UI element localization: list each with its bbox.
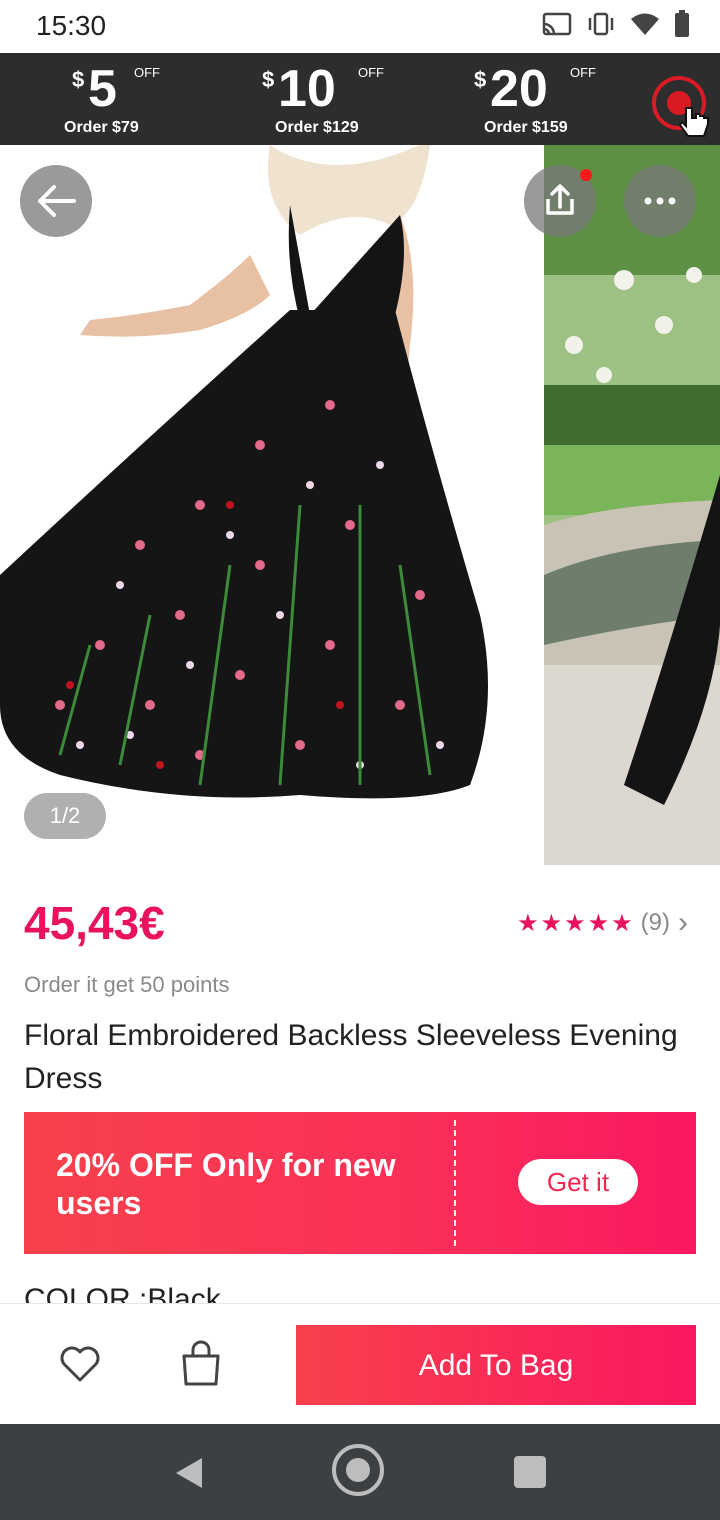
- arrow-left-icon: [38, 185, 76, 217]
- new-user-coupon[interactable]: 20% OFF Only for new users Get it: [20, 1112, 700, 1254]
- perforation-right: [696, 1120, 700, 1248]
- status-icons: [542, 10, 690, 43]
- notification-dot: [580, 169, 592, 181]
- coupon-off: OFF: [134, 65, 160, 80]
- page-indicator: 1/2: [24, 793, 106, 839]
- product-price: 45,43€: [24, 897, 165, 949]
- coupon-currency: $: [262, 67, 275, 92]
- nav-home-icon[interactable]: [332, 1444, 384, 1496]
- coupon-5[interactable]: $ 5 OFF Order $79: [64, 59, 222, 139]
- bottom-action-bar: Add To Bag: [0, 1303, 720, 1425]
- coupon-off: OFF: [358, 65, 384, 80]
- battery-icon: [674, 10, 690, 43]
- heart-icon[interactable]: [58, 1344, 102, 1384]
- system-nav-bar: [0, 1424, 720, 1520]
- coupon-amount: 5: [88, 60, 117, 118]
- coupon-off: OFF: [570, 65, 596, 80]
- nav-recents-icon[interactable]: [514, 1456, 546, 1488]
- cast-icon: [542, 12, 572, 41]
- coupon-order: Order $159: [484, 119, 568, 136]
- product-photo-main[interactable]: [0, 145, 544, 865]
- coupon-divider: [454, 1120, 456, 1246]
- more-dots-icon: [644, 197, 676, 205]
- shopping-bag-icon[interactable]: [180, 1340, 222, 1386]
- product-title: Floral Embroidered Backless Sleeveless E…: [24, 1019, 678, 1095]
- vibrate-icon: [586, 12, 616, 41]
- color-label: COLOR :Black: [24, 1283, 221, 1304]
- wifi-icon: [630, 12, 660, 41]
- star-rating-icon: ★★★★★: [517, 909, 635, 937]
- coupon-amount: 20: [490, 60, 548, 118]
- chevron-right-icon: ›: [678, 906, 688, 939]
- add-to-bag-button[interactable]: Add To Bag: [296, 1325, 696, 1405]
- back-button[interactable]: [20, 165, 92, 237]
- promo-banner[interactable]: $ 5 OFF Order $79 $ 10 OFF Order $129 $ …: [0, 53, 720, 145]
- rating-summary[interactable]: ★★★★★ (9) ›: [517, 906, 688, 940]
- rating-count: (9): [640, 909, 670, 936]
- product-gallery[interactable]: 1/2: [0, 145, 720, 865]
- coupon-currency: $: [474, 67, 487, 92]
- coupon-20[interactable]: $ 20 OFF Order $159: [474, 59, 624, 139]
- coupon-amount: 10: [278, 60, 336, 118]
- coupon-order: Order $79: [64, 119, 139, 136]
- perforation-left: [20, 1120, 24, 1248]
- nav-back-icon[interactable]: [172, 1456, 204, 1490]
- product-photo-next[interactable]: [544, 145, 720, 865]
- coupon-currency: $: [72, 67, 85, 92]
- points-info: Order it get 50 points: [24, 972, 230, 997]
- status-bar: 15:30: [0, 0, 720, 52]
- get-it-button[interactable]: Get it: [518, 1159, 638, 1205]
- coupon-10[interactable]: $ 10 OFF Order $129: [262, 59, 412, 139]
- more-options-button[interactable]: [624, 165, 696, 237]
- coupon-order: Order $129: [275, 119, 359, 136]
- new-user-offer-text: 20% OFF Only for new users: [56, 1147, 396, 1221]
- status-time: 15:30: [36, 10, 107, 41]
